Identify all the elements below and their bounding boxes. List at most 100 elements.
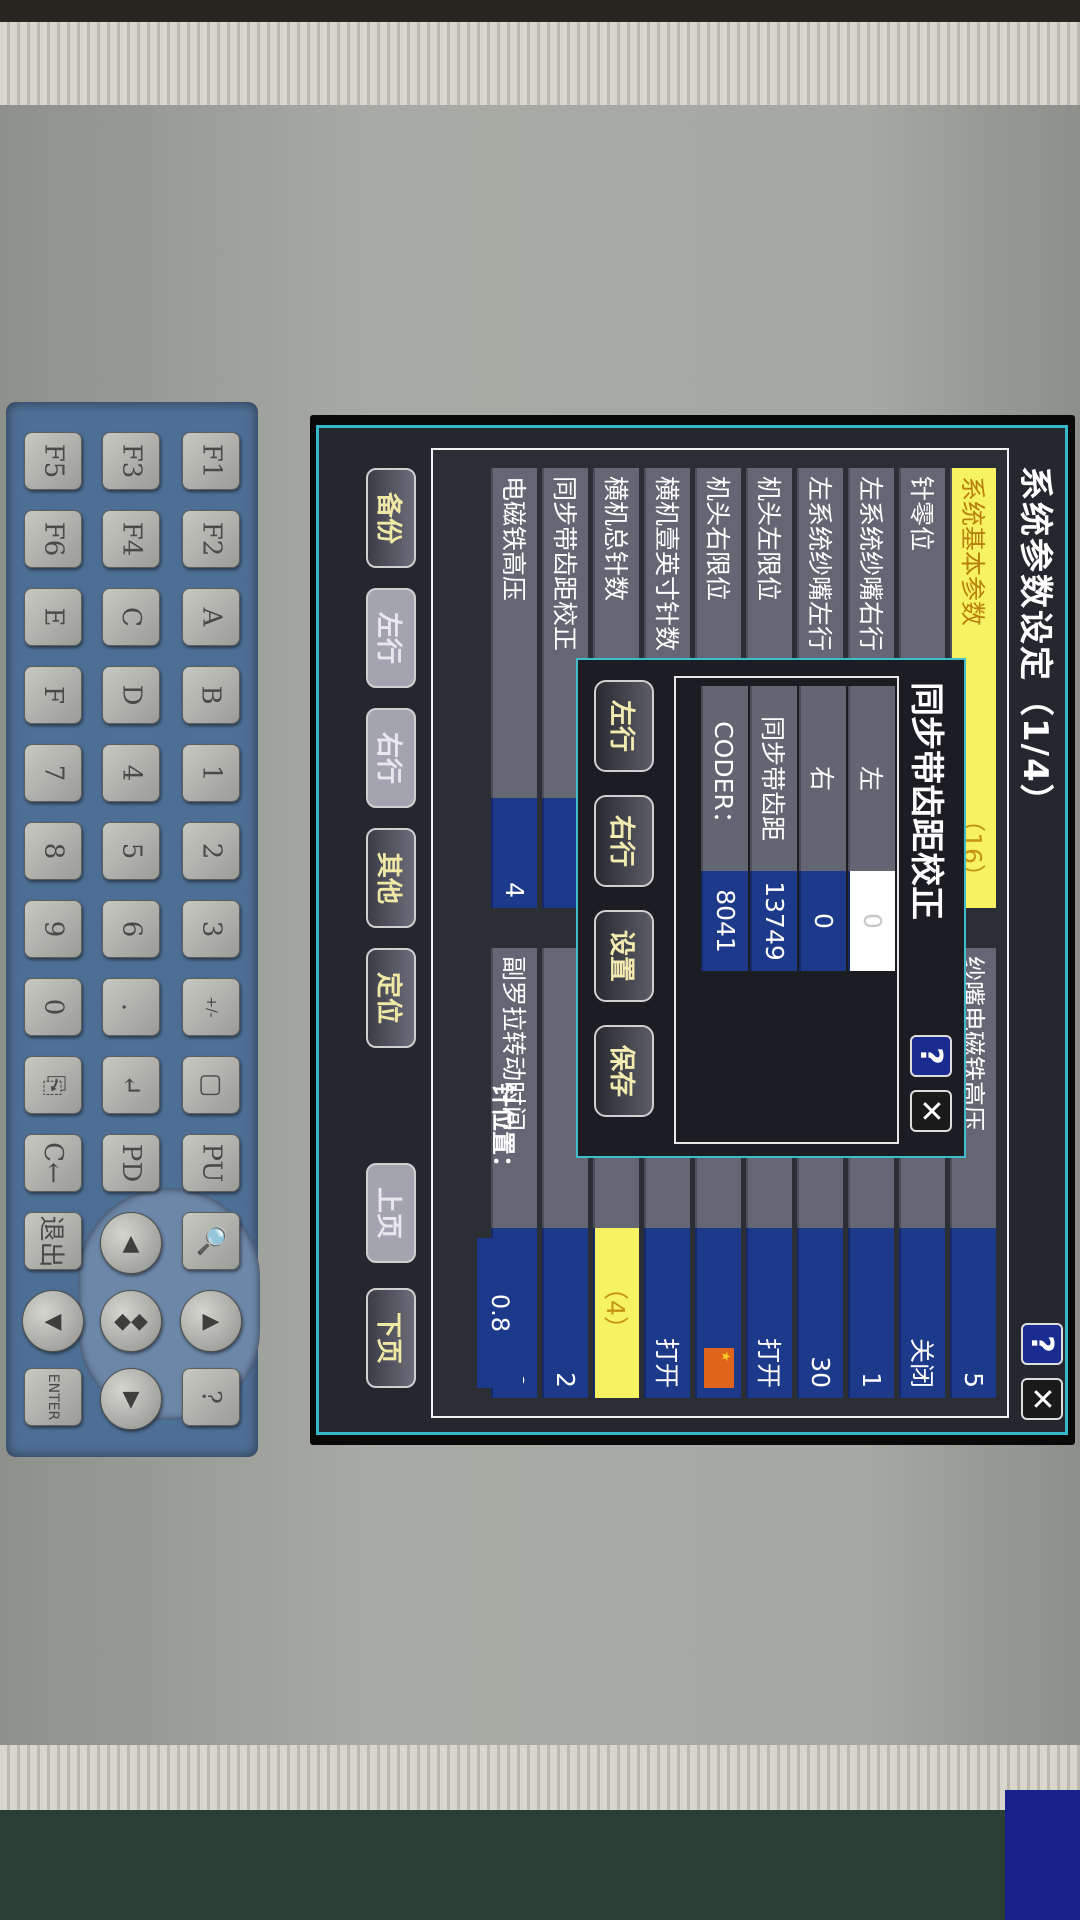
key-1-4[interactable]: 4 (102, 744, 160, 802)
key-2-10[interactable]: 退出 (24, 1212, 82, 1270)
key-1-8[interactable]: ↵ (102, 1056, 160, 1114)
key-0-1[interactable]: F2 (182, 510, 240, 568)
param-value[interactable]: 打开 (644, 1228, 690, 1398)
key-1-9[interactable]: PD (102, 1134, 160, 1192)
key-label: D (115, 684, 146, 706)
key-label: ↵ (115, 1074, 146, 1096)
key-2-2[interactable]: E (24, 588, 82, 646)
dialog-set-button[interactable]: 设置 (594, 910, 654, 1002)
dialog-table: 左 0 右 0 同步带齿距 13749 CODER： 8041 (674, 676, 899, 1144)
move-left-button[interactable]: 左行 (366, 588, 416, 688)
key-label: 6 (115, 920, 146, 938)
key-label: . (115, 1002, 146, 1012)
move-right-button[interactable]: 右行 (366, 708, 416, 808)
key-2-5[interactable]: 8 (24, 822, 82, 880)
key-label: F1 (196, 443, 226, 479)
param-value[interactable]: 1 (848, 1228, 894, 1398)
page-title: 系统参数设定（1/4） (1015, 466, 1055, 820)
dialog-close-icon[interactable]: ✕ (910, 1090, 952, 1132)
key-label: F2 (196, 521, 226, 557)
coder-label: CODER： (701, 686, 748, 871)
key-2-3[interactable]: F (24, 666, 82, 724)
dialog-help-icon[interactable]: ? (910, 1035, 952, 1077)
key-0-5[interactable]: 2 (182, 822, 240, 880)
dialog-left-button[interactable]: 左行 (594, 680, 654, 772)
needle-position-label: 针位置： (489, 1083, 517, 1179)
key-label: ▢ (195, 1072, 226, 1098)
other-button[interactable]: 其他 (366, 828, 416, 928)
key-label: F3 (116, 443, 146, 479)
key-label: E (37, 607, 68, 627)
blue-object (1005, 1790, 1080, 1920)
key-label: C← (38, 1142, 68, 1184)
key-2-9[interactable]: C← (24, 1134, 82, 1192)
dialog-right-button[interactable]: 右行 (594, 795, 654, 887)
close-icon[interactable]: ✕ (1021, 1378, 1063, 1420)
key-1-6[interactable]: 6 (102, 900, 160, 958)
param-value[interactable]: 关闭 (899, 1228, 945, 1398)
param-label[interactable]: 电磁铁高压 (491, 468, 537, 798)
key-0-11[interactable]: ▶ (180, 1290, 242, 1352)
key-2-1[interactable]: F6 (24, 510, 82, 568)
key-0-2[interactable]: A (182, 588, 240, 646)
key-label: ◀ (44, 1308, 62, 1334)
key-label: C (116, 607, 146, 627)
key-1-0[interactable]: F3 (102, 432, 160, 490)
locate-button[interactable]: 定位 (366, 948, 416, 1048)
key-0-12[interactable]: ? (182, 1368, 240, 1426)
help-icon[interactable]: ? (1021, 1323, 1063, 1365)
backup-button[interactable]: 备份 (366, 468, 416, 568)
param-value[interactable]: 4 (491, 798, 537, 908)
key-label: ◆◆ (114, 1308, 148, 1334)
key-0-8[interactable]: ▢ (182, 1056, 240, 1114)
next-page-button[interactable]: 下页 (366, 1288, 416, 1388)
tooth-pitch-value: 13749 (750, 871, 797, 971)
key-1-2[interactable]: C (102, 588, 160, 646)
key-label: PD (116, 1143, 146, 1183)
key-label: ▲ (122, 1230, 140, 1256)
key-1-3[interactable]: D (102, 666, 160, 724)
key-2-4[interactable]: 7 (24, 744, 82, 802)
left-label: 左 (848, 686, 895, 871)
param-value[interactable]: （4） (593, 1228, 639, 1398)
key-0-10[interactable]: 🔍 (182, 1212, 240, 1270)
key-1-1[interactable]: F4 (102, 510, 160, 568)
prev-page-button[interactable]: 上页 (366, 1163, 416, 1263)
param-value[interactable]: 2 (542, 1228, 588, 1398)
key-2-8[interactable]: ⎘ (24, 1056, 82, 1114)
key-2-0[interactable]: F5 (24, 432, 82, 490)
param-value[interactable]: 5 (950, 1228, 996, 1398)
param-value[interactable]: 打开 (746, 1228, 792, 1398)
key-label: ▼ (122, 1386, 140, 1412)
key-1-7[interactable]: . (102, 978, 160, 1036)
left-value-field[interactable]: 0 (848, 871, 895, 971)
key-2-6[interactable]: 9 (24, 900, 82, 958)
key-0-6[interactable]: 3 (182, 900, 240, 958)
key-1-10[interactable]: ▲ (100, 1212, 162, 1274)
fabric-top (0, 0, 1080, 105)
language-flag-value[interactable] (695, 1228, 741, 1398)
key-label: ? (195, 1390, 226, 1404)
key-0-7[interactable]: +/- (182, 978, 240, 1036)
key-label: PU (195, 1143, 226, 1183)
key-1-5[interactable]: 5 (102, 822, 160, 880)
key-label: ENTER (44, 1373, 61, 1421)
photo-background: F1 F2 A B 1 2 3 +/- ▢ PU 🔍 ▶? F3 F4 C D 4 5 6. ↵ PD ▲ ◆◆ ▼ F5 F6 E… (0, 0, 1080, 1920)
key-2-12[interactable]: ENTER (24, 1368, 82, 1426)
key-label: 0 (37, 998, 68, 1016)
key-label: 退出 (35, 1214, 66, 1268)
key-2-7[interactable]: 0 (24, 978, 82, 1036)
key-0-3[interactable]: B (182, 666, 240, 724)
key-0-4[interactable]: 1 (182, 744, 240, 802)
key-2-11[interactable]: ◀ (22, 1290, 84, 1352)
right-value[interactable]: 0 (799, 871, 846, 971)
key-label: F5 (38, 443, 68, 479)
lcd-screen: 系统参数设定（1/4） ? ✕ 系统基本参数 （16） 针零位 左系统纱嘴右行 左系统纱… (316, 425, 1068, 1435)
key-0-0[interactable]: F1 (182, 432, 240, 490)
key-0-9[interactable]: PU (182, 1134, 240, 1192)
key-label: 5 (115, 842, 146, 860)
param-value[interactable]: 30 (797, 1228, 843, 1398)
dialog-save-button[interactable]: 保存 (594, 1025, 654, 1117)
key-1-11[interactable]: ◆◆ (100, 1290, 162, 1352)
key-1-12[interactable]: ▼ (100, 1368, 162, 1430)
